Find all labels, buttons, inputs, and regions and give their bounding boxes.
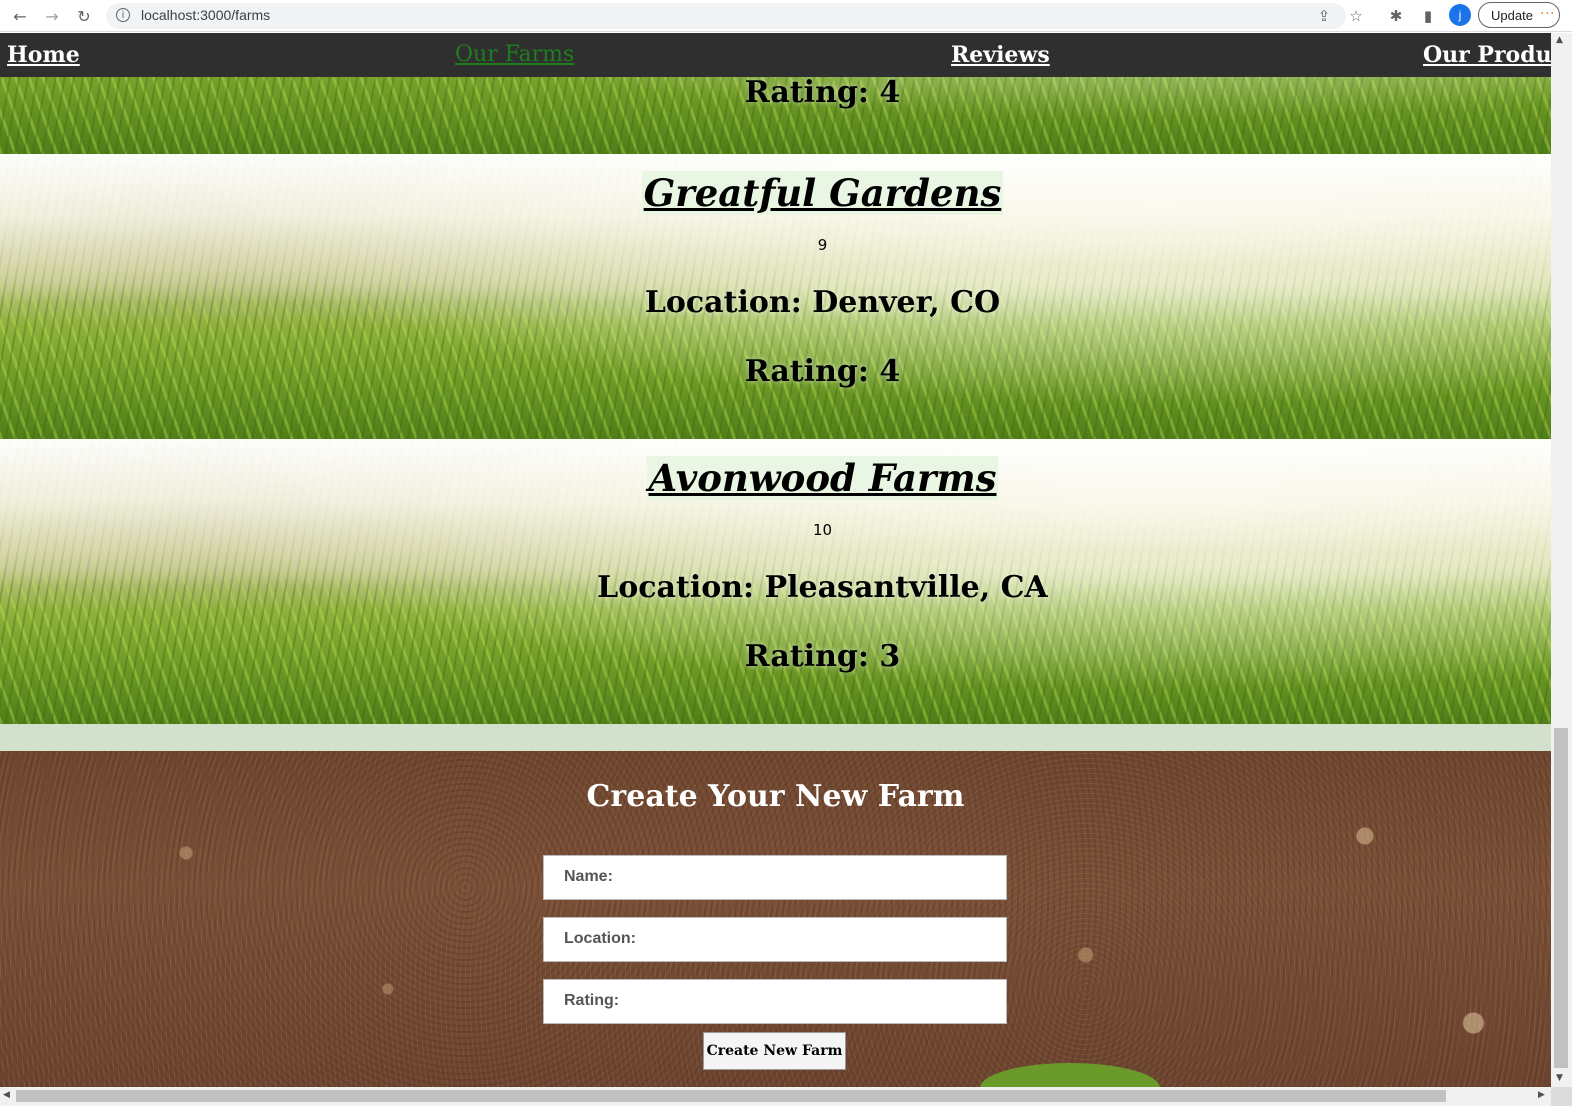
farm-card: Avonwood Farms 10 Location: Pleasantvill… xyxy=(0,439,1551,724)
share-icon[interactable]: ⇪ xyxy=(1312,4,1336,28)
location-input[interactable]: Location: xyxy=(543,917,1007,962)
farm-location: Location: Pleasantville, CA xyxy=(597,570,1048,605)
side-panel-icon[interactable]: ▮ xyxy=(1416,4,1440,28)
farm-rating: Rating: 3 xyxy=(744,639,901,674)
browser-toolbar: ← → ↻ i localhost:3000/farms ⇪ ☆ ✱ ▮ j U… xyxy=(0,0,1572,32)
more-icon[interactable]: ⋮ xyxy=(1540,6,1556,20)
section-divider xyxy=(0,724,1551,751)
nav-our-products[interactable]: Our Products xyxy=(1423,42,1551,68)
scroll-up-icon[interactable]: ▲ xyxy=(1556,35,1563,45)
scrollbar-corner xyxy=(1551,1087,1572,1106)
nav-our-farms[interactable]: Our Farms xyxy=(455,42,574,67)
farm-card: Greatful Gardens 9 Location: Denver, CO … xyxy=(0,154,1551,439)
update-label: Update xyxy=(1491,7,1533,23)
farm-rating: Rating: 4 xyxy=(744,75,901,110)
extensions-icon[interactable]: ✱ xyxy=(1384,4,1408,28)
create-farm-button[interactable]: Create New Farm xyxy=(703,1032,846,1070)
nav-home[interactable]: Home xyxy=(7,42,80,68)
scroll-thumb[interactable] xyxy=(1554,728,1568,1068)
vertical-scrollbar[interactable]: ▲ ▼ xyxy=(1551,33,1572,1087)
scroll-right-icon[interactable]: ▶ xyxy=(1538,1090,1545,1100)
url-text[interactable]: localhost:3000/farms xyxy=(141,7,270,23)
create-farm-section: Create Your New Farm Name: Location: Rat… xyxy=(0,751,1551,1087)
page-viewport: Rating: 4 Greatful Gardens 9 Location: D… xyxy=(0,33,1551,1087)
rating-input[interactable]: Rating: xyxy=(543,979,1007,1024)
scroll-left-icon[interactable]: ◀ xyxy=(3,1090,10,1100)
leaf-decoration xyxy=(980,1063,1160,1087)
farm-name[interactable]: Greatful Gardens xyxy=(0,171,1551,215)
farm-location: Location: Denver, CO xyxy=(644,285,1001,320)
back-icon[interactable]: ← xyxy=(8,4,32,28)
farm-id: 10 xyxy=(812,521,833,539)
site-nav: Home Our Farms Reviews Our Products xyxy=(0,33,1551,77)
address-bar[interactable]: i localhost:3000/farms xyxy=(106,3,1346,29)
nav-reviews[interactable]: Reviews xyxy=(951,42,1050,68)
scroll-thumb[interactable] xyxy=(16,1090,1446,1102)
farm-name[interactable]: Avonwood Farms xyxy=(0,456,1551,500)
farm-name-link[interactable]: Avonwood Farms xyxy=(646,456,999,500)
farm-rating: Rating: 4 xyxy=(744,354,901,389)
farm-name-link[interactable]: Greatful Gardens xyxy=(641,171,1004,215)
farm-id: 9 xyxy=(817,236,828,254)
forward-icon[interactable]: → xyxy=(40,4,64,28)
form-title: Create Your New Farm xyxy=(586,779,965,814)
info-icon[interactable]: i xyxy=(116,8,130,22)
scroll-down-icon[interactable]: ▼ xyxy=(1556,1073,1563,1083)
reload-icon[interactable]: ↻ xyxy=(72,4,96,28)
profile-avatar[interactable]: j xyxy=(1449,4,1471,26)
horizontal-scrollbar[interactable]: ◀ ▶ xyxy=(0,1087,1551,1106)
update-button[interactable]: Update ⋮ xyxy=(1478,2,1560,28)
name-input[interactable]: Name: xyxy=(543,855,1007,900)
star-icon[interactable]: ☆ xyxy=(1344,4,1368,28)
